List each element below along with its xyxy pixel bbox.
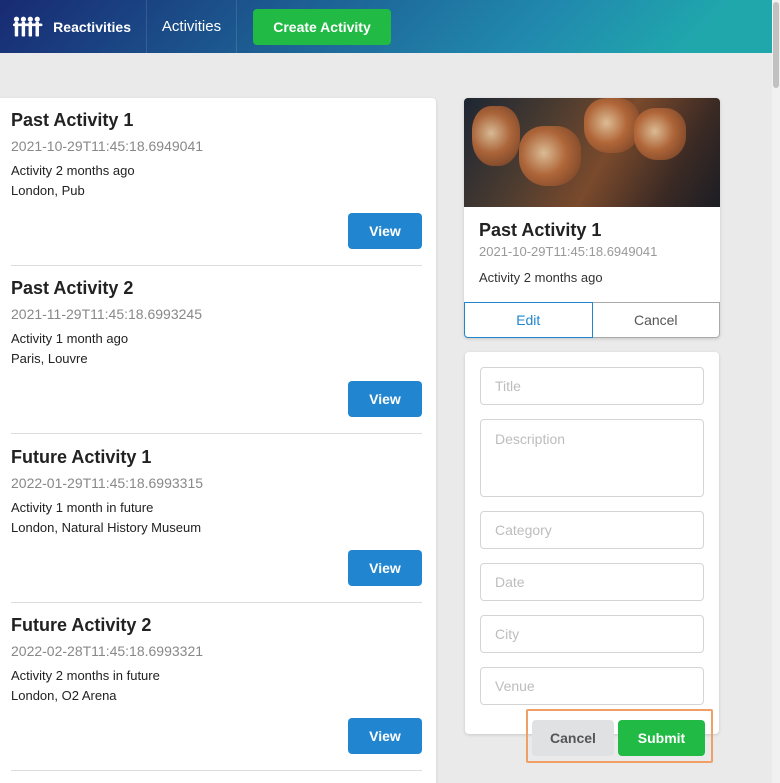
activity-description: Activity 2 months ago [11,163,135,178]
detail-description: Activity 2 months ago [479,270,603,285]
city-input[interactable] [480,615,704,653]
activity-list: Past Activity 1 2021-10-29T11:45:18.6949… [0,98,436,783]
view-button[interactable]: View [348,381,422,417]
view-button[interactable]: View [348,213,422,249]
activity-date: 2021-11-29T11:45:18.6993245 [11,306,202,322]
activity-date: 2022-01-29T11:45:18.6993315 [11,475,204,491]
logo-icon [13,16,43,37]
brand-name: Reactivities [53,18,131,35]
create-activity-button[interactable]: Create Activity [253,8,391,45]
activity-date: 2021-10-29T11:45:18.6949041 [11,138,204,154]
title-input[interactable] [480,367,704,405]
scrollbar-thumb[interactable] [773,2,779,88]
create-activity-wrapper: Create Activity [237,0,391,53]
view-button[interactable]: View [348,550,422,586]
activity-title[interactable]: Future Activity 2 [11,614,425,636]
brand-link[interactable]: Reactivities [0,0,147,53]
glass-shape [634,108,686,160]
activity-item: Future Activity 1 2022-01-29T11:45:18.69… [0,435,436,603]
glass-shape [519,126,581,186]
activity-description: Activity 2 months in future [11,668,160,683]
view-button[interactable]: View [348,718,422,754]
submit-button[interactable]: Submit [618,720,705,756]
edit-button[interactable]: Edit [464,302,593,338]
cancel-detail-button[interactable]: Cancel [592,302,720,338]
divider [11,770,422,771]
detail-title: Past Activity 1 [479,220,602,240]
detail-content: Past Activity 1 2021-10-29T11:45:18.6949… [464,207,720,285]
description-textarea[interactable] [480,419,704,497]
detail-date: 2021-10-29T11:45:18.6949041 [479,244,658,259]
activity-venue: London, Natural History Museum [11,520,202,535]
activity-venue: London, O2 Arena [11,688,117,703]
activity-item: Past Activity 2 2021-11-29T11:45:18.6993… [0,266,436,434]
detail-actions: Edit Cancel [464,302,720,338]
activity-image [464,98,720,207]
activity-description: Activity 1 month ago [11,331,129,346]
nav-activities[interactable]: Activities [147,0,237,53]
activity-detail-card: Past Activity 1 2021-10-29T11:45:18.6949… [464,98,720,338]
divider [11,433,422,434]
category-input[interactable] [480,511,704,549]
form-buttons-highlight: Cancel Submit [526,709,713,763]
activity-date: 2022-02-28T11:45:18.6993321 [11,643,204,659]
cancel-form-button[interactable]: Cancel [532,720,614,756]
venue-input[interactable] [480,667,704,705]
activity-title[interactable]: Future Activity 1 [11,446,425,468]
activity-item: Future Activity 2 2022-02-28T11:45:18.69… [0,603,436,771]
activity-item: Past Activity 1 2021-10-29T11:45:18.6949… [0,98,436,266]
date-input[interactable] [480,563,704,601]
activity-venue: London, Pub [11,183,85,198]
glass-shape [472,106,520,166]
activity-form [465,352,719,734]
activity-title[interactable]: Past Activity 1 [11,109,425,131]
activity-title[interactable]: Past Activity 2 [11,277,425,299]
navbar: Reactivities Activities Create Activity [0,0,772,53]
page-scrollbar[interactable] [772,0,780,783]
glass-shape [584,98,640,153]
activity-description: Activity 1 month in future [11,500,154,515]
activity-venue: Paris, Louvre [11,351,88,366]
